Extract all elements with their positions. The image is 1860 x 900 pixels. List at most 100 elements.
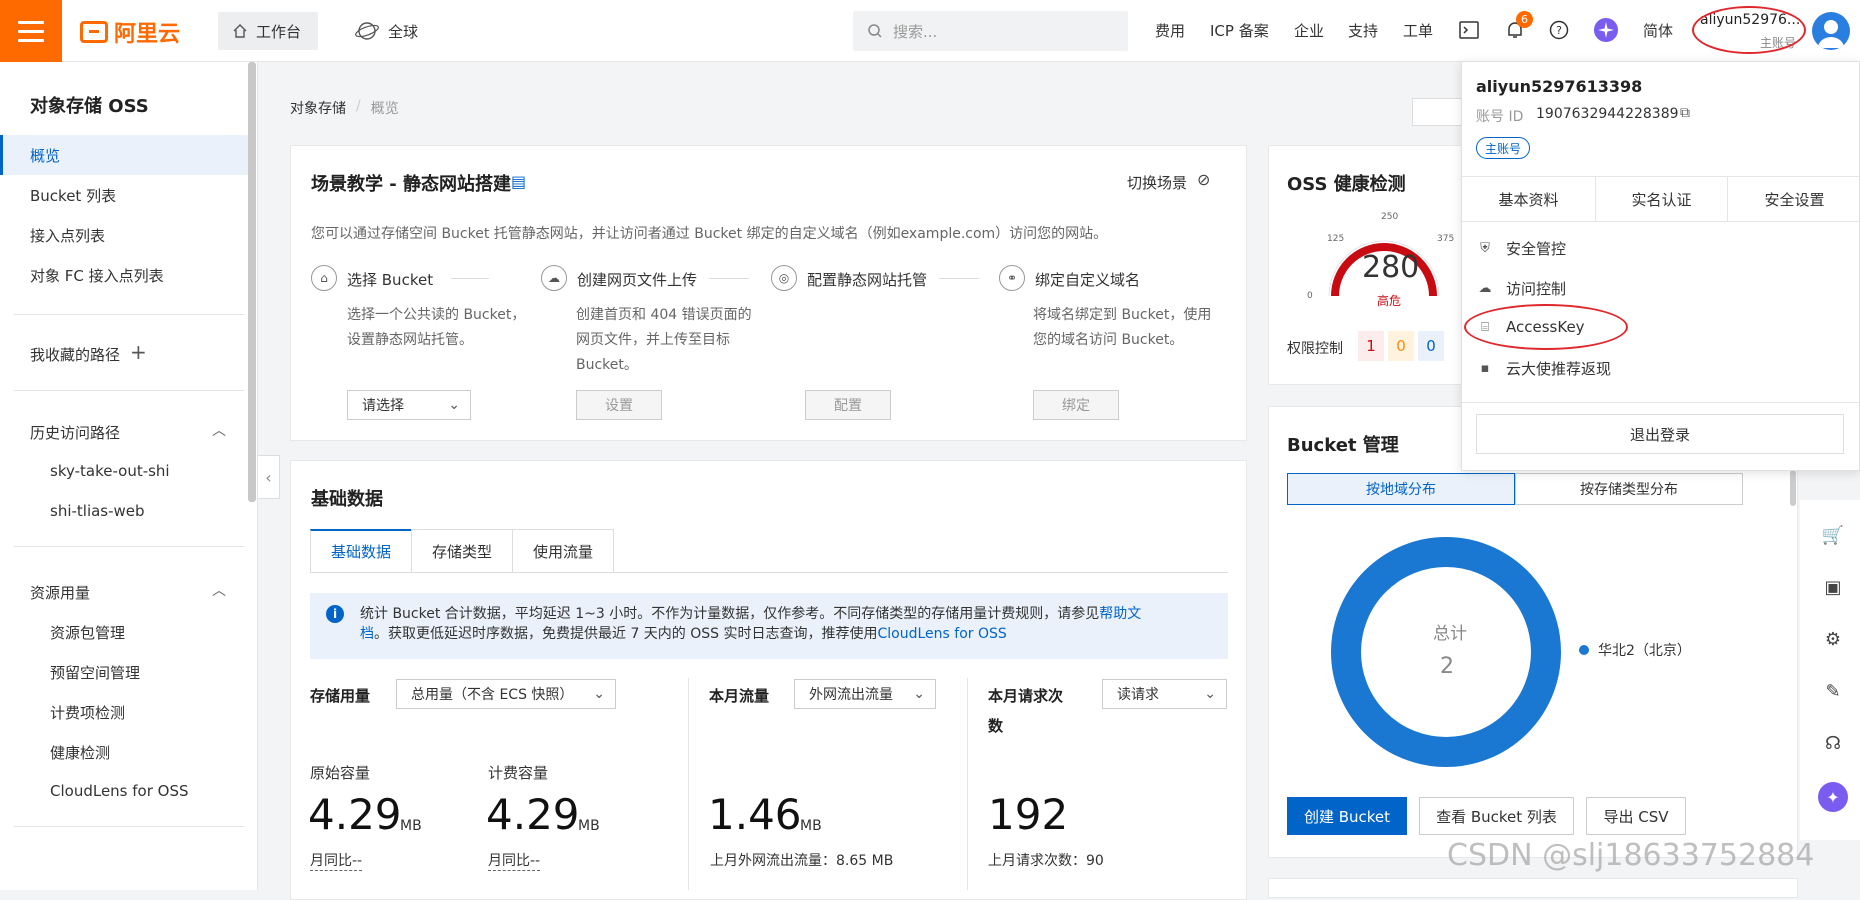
- copy-icon[interactable]: ⧉: [1680, 105, 1690, 121]
- tab-real-name[interactable]: 实名认证: [1595, 176, 1728, 222]
- tab-basic-data[interactable]: 基础数据: [310, 529, 413, 573]
- sidebar-usage-item[interactable]: CloudLens for OSS: [50, 782, 189, 800]
- settings-icon[interactable]: ⚙: [1822, 628, 1844, 650]
- language-switch[interactable]: 简体: [1643, 20, 1673, 41]
- menu-access-control[interactable]: ☁ 访问控制: [1478, 278, 1567, 299]
- account-dropdown: aliyun5297613398 账号 ID 1907632944228389 …: [1461, 61, 1860, 471]
- clipboard-icon[interactable]: ▤: [511, 172, 526, 191]
- view-bucket-list-button[interactable]: 查看 Bucket 列表: [1419, 797, 1574, 835]
- ai-assistant-float-icon[interactable]: ✦: [1818, 782, 1848, 812]
- headset-icon[interactable]: ☊: [1822, 732, 1844, 754]
- nav-support[interactable]: 支持: [1348, 20, 1378, 41]
- switch-scene-button[interactable]: 切换场景: [1127, 172, 1187, 193]
- billing-capacity-compare[interactable]: 月同比--: [488, 850, 541, 871]
- menu-ambassador[interactable]: ▪ 云大使推荐返现: [1478, 358, 1611, 379]
- region-global-button[interactable]: 全球: [340, 12, 432, 50]
- sidebar-item-overview[interactable]: 概览: [30, 145, 60, 166]
- sidebar-favorites[interactable]: 我收藏的路径: [30, 344, 120, 365]
- cart-icon[interactable]: 🛒: [1822, 524, 1844, 546]
- sidebar-item-access-points[interactable]: 接入点列表: [30, 225, 105, 246]
- basic-data-title: 基础数据: [311, 489, 383, 510]
- request-type-select[interactable]: 读请求 ⌄: [1102, 679, 1227, 709]
- sidebar-usage-item[interactable]: 资源包管理: [50, 622, 125, 643]
- permission-control-label: 权限控制: [1287, 341, 1343, 357]
- breadcrumb-current: 概览: [370, 101, 399, 117]
- menu-security-control[interactable]: ⛨ 安全管控: [1478, 238, 1566, 259]
- medium-risk-count[interactable]: 0: [1388, 331, 1414, 361]
- raw-capacity-compare[interactable]: 月同比--: [310, 850, 363, 871]
- configure-button[interactable]: 配置: [805, 390, 891, 420]
- donut-total-label: 总计: [1433, 624, 1467, 644]
- storage-type-select[interactable]: 总用量（不含 ECS 快照） ⌄: [396, 679, 616, 709]
- chevron-up-icon[interactable]: ︿: [212, 420, 226, 440]
- toolbar-button-partial[interactable]: [1412, 98, 1462, 126]
- sidebar-item-bucket-list[interactable]: Bucket 列表: [30, 185, 116, 206]
- edit-icon[interactable]: ✎: [1822, 680, 1844, 702]
- search-input[interactable]: 搜索...: [853, 11, 1128, 51]
- sidebar-usage-item[interactable]: 预留空间管理: [50, 662, 140, 683]
- logout-button[interactable]: 退出登录: [1476, 414, 1844, 454]
- tab-security-settings[interactable]: 安全设置: [1728, 176, 1860, 222]
- notification-badge: 6: [1516, 11, 1533, 28]
- breadcrumb-root[interactable]: 对象存储: [290, 98, 346, 118]
- home-icon: [233, 24, 247, 38]
- nav-enterprise[interactable]: 企业: [1294, 20, 1324, 41]
- cloud-icon: ☁: [1478, 281, 1492, 296]
- donut-slice-beijing: [1331, 537, 1561, 767]
- nav-fee[interactable]: 费用: [1155, 20, 1185, 41]
- sidebar-history-item[interactable]: shi-tlias-web: [50, 502, 145, 520]
- sidebar-usage-item[interactable]: 健康检测: [50, 742, 110, 763]
- page-scrollbar[interactable]: [1790, 470, 1796, 506]
- chevron-up-icon[interactable]: ︿: [212, 580, 226, 600]
- avatar[interactable]: [1812, 12, 1850, 50]
- help-icon[interactable]: ?: [1548, 19, 1570, 41]
- ai-assistant-icon[interactable]: [1594, 18, 1618, 42]
- sidebar-usage-item[interactable]: 计费项检测: [50, 702, 125, 723]
- nav-ticket[interactable]: 工单: [1403, 20, 1433, 41]
- gift-icon: ▪: [1480, 361, 1490, 376]
- eye-off-icon[interactable]: ⊘: [1197, 170, 1210, 189]
- help-doc-link[interactable]: 档: [360, 626, 374, 642]
- document-icon[interactable]: ▣: [1822, 576, 1844, 598]
- tab-storage-type[interactable]: 存储类型: [411, 529, 514, 573]
- next-card-partial: [1268, 878, 1798, 898]
- sidebar-item-fc-access-points[interactable]: 对象 FC 接入点列表: [30, 265, 164, 286]
- bind-button[interactable]: 绑定: [1033, 390, 1119, 420]
- terminal-icon[interactable]: [1458, 19, 1480, 41]
- traffic-type-select[interactable]: 外网流出流量 ⌄: [794, 679, 936, 709]
- high-risk-count[interactable]: 1: [1358, 331, 1384, 361]
- highlight-circle-user: [1692, 6, 1806, 54]
- create-bucket-button[interactable]: 创建 Bucket: [1287, 797, 1407, 835]
- tab-traffic[interactable]: 使用流量: [512, 529, 615, 573]
- low-risk-count[interactable]: 0: [1418, 331, 1444, 361]
- chevron-down-icon: ⌄: [593, 686, 605, 702]
- sidebar-collapse-button[interactable]: ‹: [258, 455, 280, 499]
- breadcrumb: 对象存储 / 概览: [290, 98, 399, 118]
- setup-button[interactable]: 设置: [576, 390, 662, 420]
- menu-icon[interactable]: [0, 0, 62, 62]
- workbench-button[interactable]: 工作台: [218, 12, 318, 50]
- help-doc-link[interactable]: 帮助文: [1099, 606, 1141, 622]
- globe-icon: [355, 22, 379, 40]
- sidebar-history-item[interactable]: sky-take-out-shi: [50, 462, 170, 480]
- sidebar-scrollbar[interactable]: [248, 62, 256, 502]
- legend-label[interactable]: 华北2（北京）: [1598, 640, 1691, 660]
- chevron-left-icon: ‹: [265, 467, 272, 487]
- cloud-upload-icon: ☁: [541, 265, 567, 291]
- export-csv-button[interactable]: 导出 CSV: [1586, 797, 1686, 835]
- cloudlens-link[interactable]: CloudLens for OSS: [878, 626, 1007, 642]
- raw-capacity-value: 4.29: [308, 790, 402, 839]
- nav-icp[interactable]: ICP 备案: [1210, 20, 1269, 41]
- tab-basic-info[interactable]: 基本资料: [1462, 176, 1595, 222]
- raw-capacity-label: 原始容量: [310, 764, 371, 782]
- sidebar-title: 对象存储 OSS: [30, 96, 149, 117]
- request-last-month: 上月请求次数：90: [988, 853, 1104, 869]
- bucket-select[interactable]: 请选择 ⌄: [347, 390, 471, 420]
- tab-by-storage-type[interactable]: 按存储类型分布: [1515, 473, 1743, 505]
- add-icon[interactable]: +: [130, 340, 147, 364]
- sidebar-usage-title[interactable]: 资源用量: [30, 582, 90, 603]
- sidebar-history-title[interactable]: 历史访问路径: [30, 422, 120, 443]
- aliyun-logo[interactable]: 阿里云: [80, 16, 180, 48]
- billing-capacity-label: 计费容量: [488, 764, 549, 782]
- tab-by-region[interactable]: 按地域分布: [1287, 473, 1515, 505]
